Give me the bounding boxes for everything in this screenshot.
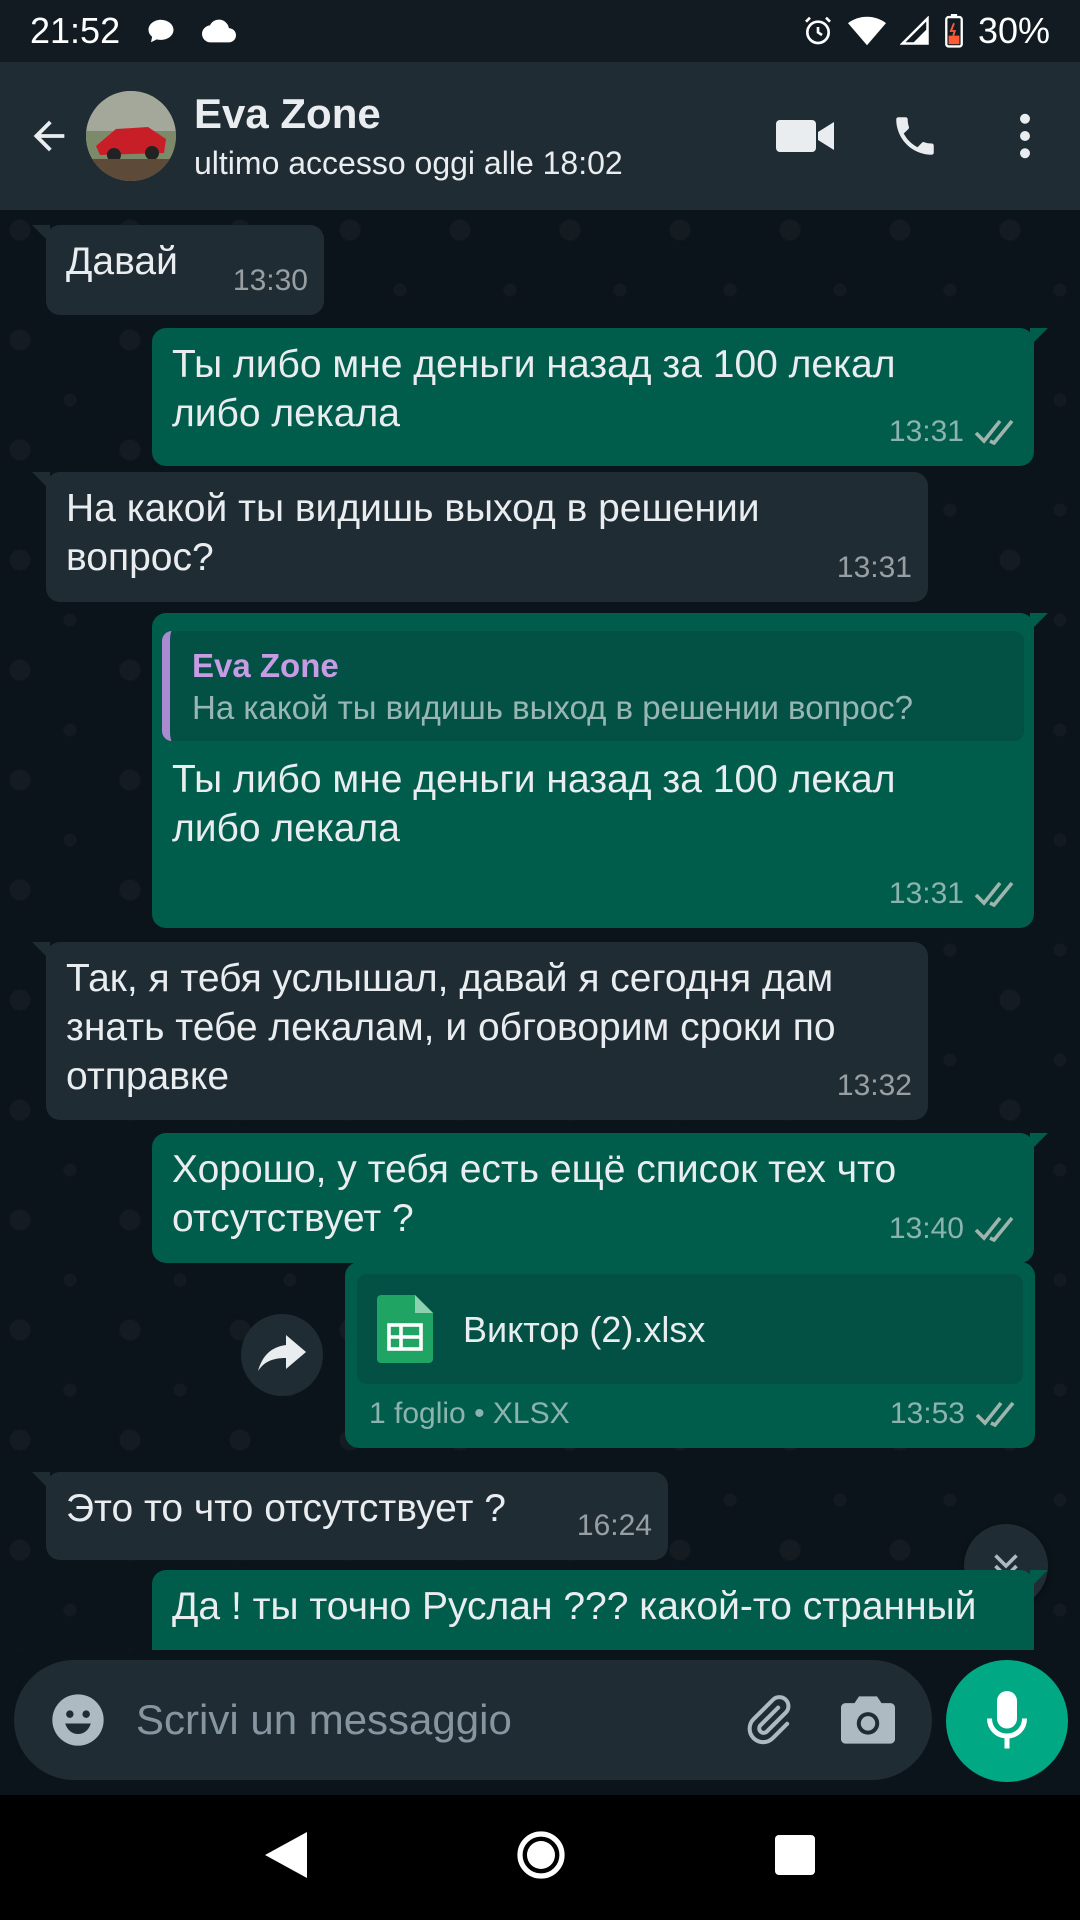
message-meta: 13:30 [233,256,308,305]
back-arrow-icon[interactable] [14,101,84,171]
chat-area[interactable]: Давай 13:30 Ты либо мне деньги назад за … [0,210,1080,1650]
quoted-sender: Eva Zone [192,647,339,684]
message-meta: 16:24 [577,1501,652,1550]
wifi-icon [847,16,886,46]
message-text: Да ! ты точно Руслан ??? какой-то странн… [172,1585,977,1628]
microphone-icon [987,1691,1027,1749]
chat-bubble-icon [146,16,176,46]
contact-name: Eva Zone [194,90,381,137]
message-text: Ты либо мне деньги назад за 100 лекал ли… [172,758,896,850]
file-info: 1 foglio • XLSX [369,1397,570,1430]
voice-message-button[interactable] [946,1660,1068,1782]
double-check-icon [974,881,1014,907]
double-check-icon [975,1401,1015,1427]
forward-button[interactable] [241,1314,323,1396]
forward-arrow-icon [258,1335,306,1371]
double-check-icon [974,419,1014,445]
file-attachment[interactable]: Виктор (2).xlsx [357,1274,1023,1384]
message-text: Это то что отсутствует ? [66,1487,506,1530]
avatar[interactable] [86,91,176,181]
camera-icon[interactable] [818,1670,918,1770]
signal-icon [899,16,930,46]
file-name: Виктор (2).xlsx [463,1308,706,1350]
message-time: 13:31 [888,415,964,448]
double-check-icon [974,1216,1014,1242]
message-time: 13:53 [889,1397,965,1430]
attach-paperclip-icon[interactable] [718,1670,818,1770]
chat-header: Eva Zone ultimo accesso oggi alle 18:02 [0,62,1080,210]
message-text: Давай [66,240,178,283]
alarm-icon [802,15,834,47]
status-bar: 21:52 30% [0,0,1080,62]
message-incoming[interactable]: Давай 13:30 [32,225,324,315]
quoted-text: На какой ты видишь выход в решении вопро… [192,689,913,726]
message-text: Хорошо, у тебя есть ещё список тех что о… [172,1148,897,1240]
message-outgoing-file[interactable]: Виктор (2).xlsx 1 foglio • XLSX 13:53 [345,1262,1035,1448]
more-options-icon[interactable] [970,81,1080,191]
emoji-icon[interactable] [28,1670,128,1770]
message-text: Так, я тебя услышал, давай я сегодня дам… [66,957,836,1098]
message-meta: 13:31 [889,869,1018,918]
message-time: 13:30 [232,264,308,297]
message-meta: 13:31 [889,407,1018,456]
message-meta: 13:53 [890,1389,1019,1438]
message-time: 13:40 [888,1212,964,1245]
spreadsheet-icon [377,1295,433,1363]
quoted-message[interactable]: Eva Zone На какой ты видишь выход в реше… [162,631,1024,741]
message-input[interactable] [136,1696,718,1744]
message-text: Ты либо мне деньги назад за 100 лекал ли… [172,343,896,435]
message-incoming[interactable]: Так, я тебя услышал, давай я сегодня дам… [32,942,928,1120]
nav-recents-icon[interactable] [775,1835,815,1880]
last-seen: ultimo accesso oggi alle 18:02 [194,145,623,181]
nav-back-icon[interactable] [265,1832,307,1883]
message-time: 16:24 [576,1509,652,1542]
battery-percent: 30% [977,10,1050,51]
status-time: 21:52 [30,10,121,51]
message-incoming[interactable]: На какой ты видишь выход в решении вопро… [32,472,928,602]
message-text: На какой ты видишь выход в решении вопро… [66,487,760,579]
message-outgoing[interactable]: Хорошо, у тебя есть ещё список тех что о… [152,1133,1048,1263]
message-meta: 13:32 [837,1061,912,1110]
battery-icon [944,14,964,48]
message-time: 13:31 [888,877,964,910]
message-incoming[interactable]: Это то что отсутствует ? 16:24 [32,1472,668,1560]
message-meta: 13:31 [837,543,912,592]
system-navigation-bar [0,1795,1080,1920]
nav-home-icon[interactable] [517,1831,565,1884]
message-outgoing[interactable]: Ты либо мне деньги назад за 100 лекал ли… [152,328,1048,466]
cloud-icon [202,18,237,44]
message-time: 13:32 [836,1069,912,1102]
message-time: 13:31 [836,551,912,584]
message-outgoing[interactable]: Да ! ты точно Руслан ??? какой-то странн… [152,1570,1048,1650]
contact-info[interactable]: Eva Zone ultimo accesso oggi alle 18:02 [194,88,623,184]
message-outgoing-reply[interactable]: Eva Zone На какой ты видишь выход в реше… [152,613,1048,928]
message-composer [14,1660,932,1780]
phone-call-icon[interactable] [860,81,970,191]
message-meta: 13:40 [889,1204,1018,1253]
video-call-icon[interactable] [750,81,860,191]
